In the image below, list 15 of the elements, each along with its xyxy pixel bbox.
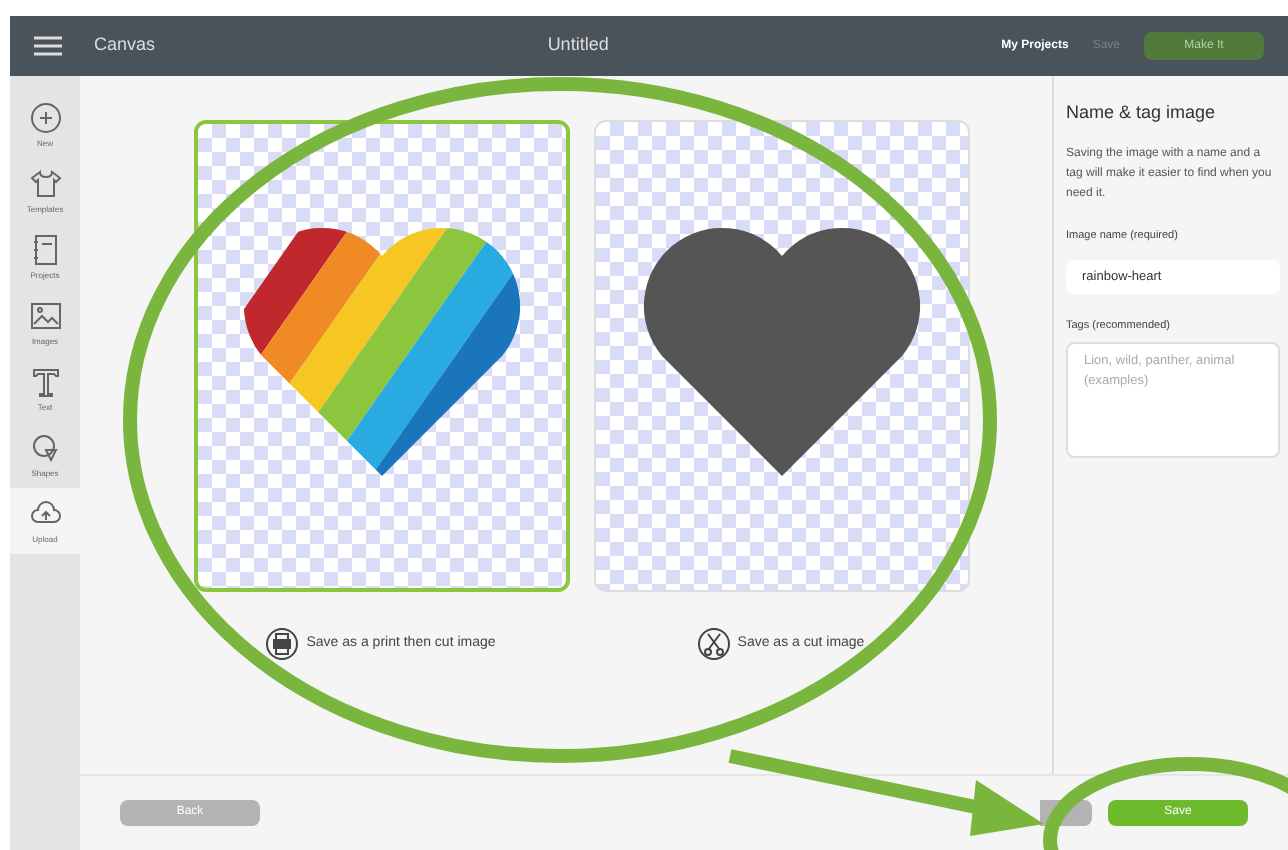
app-name: Canvas bbox=[94, 32, 156, 59]
menu-icon[interactable] bbox=[34, 36, 62, 56]
notebook-icon bbox=[29, 233, 61, 265]
cloud-upload-icon bbox=[29, 497, 61, 529]
shirt-icon bbox=[29, 167, 61, 199]
image-icon bbox=[29, 299, 61, 331]
document-title: Untitled bbox=[545, 32, 611, 59]
scissors-icon bbox=[697, 628, 730, 660]
plus-circle-icon bbox=[29, 101, 61, 133]
panel-title: Name & tag image bbox=[1066, 100, 1218, 126]
shapes-icon bbox=[29, 431, 61, 463]
letter-t-icon bbox=[29, 365, 61, 397]
image-option-card[interactable] bbox=[593, 120, 969, 592]
image-option-card[interactable] bbox=[193, 120, 569, 592]
printer-icon bbox=[266, 628, 299, 660]
